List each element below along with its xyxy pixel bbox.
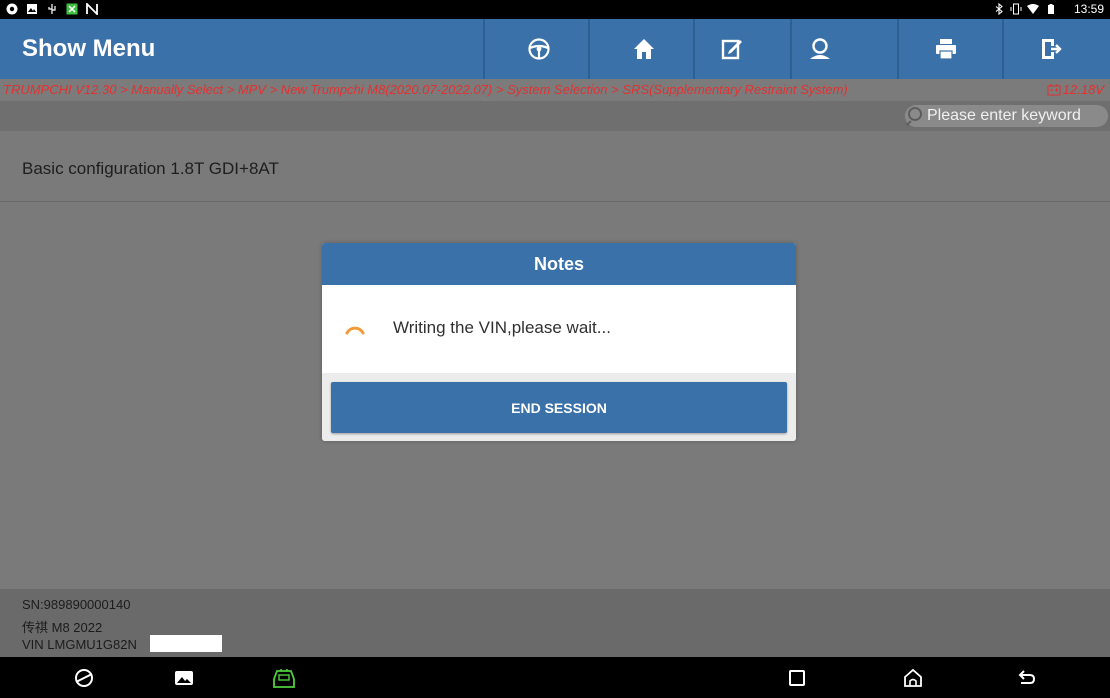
status-clock: 13:59 bbox=[1073, 2, 1104, 16]
browser-button[interactable] bbox=[71, 665, 97, 691]
dialog-title: Notes bbox=[533, 253, 584, 274]
home-icon bbox=[634, 39, 654, 59]
home-nav-icon bbox=[904, 668, 922, 687]
exit-button[interactable] bbox=[1006, 19, 1094, 79]
breadcrumb-bar: TRUMPCHI V12.30 > Manually Select > MPV … bbox=[0, 79, 1110, 101]
gallery-button[interactable] bbox=[171, 665, 197, 691]
search-bar bbox=[0, 101, 1110, 131]
vin-number: VIN LMGMU1G82N bbox=[22, 637, 137, 652]
status-bar: 13:59 bbox=[0, 0, 1110, 19]
wifi-icon bbox=[1027, 4, 1039, 14]
config-label: Basic configuration 1.8T GDI+8AT bbox=[22, 159, 279, 178]
search-icon bbox=[906, 107, 922, 126]
vehicle-info: SN:989890000140 传祺 M8 2022 VIN LMGMU1G82… bbox=[0, 589, 1110, 657]
edit-button[interactable] bbox=[688, 19, 776, 79]
app-icon bbox=[66, 3, 78, 15]
browser-icon bbox=[75, 669, 93, 687]
loading-spinner-icon bbox=[345, 326, 365, 335]
end-session-button[interactable]: END SESSION bbox=[331, 382, 787, 433]
chrome-icon bbox=[6, 3, 18, 15]
search-box[interactable] bbox=[905, 105, 1108, 127]
navigation-bar bbox=[0, 657, 1110, 698]
dialog-body: Writing the VIN,please wait... bbox=[322, 285, 796, 373]
user-icon bbox=[810, 38, 830, 59]
user-button[interactable] bbox=[776, 19, 864, 79]
voltage-value: 12.18V bbox=[1062, 82, 1104, 97]
app-header: Show Menu bbox=[0, 19, 1110, 79]
print-icon bbox=[936, 39, 956, 60]
page-title: Show Menu bbox=[22, 35, 156, 62]
usb-icon bbox=[48, 4, 56, 14]
notes-dialog: Notes Writing the VIN,please wait... END… bbox=[322, 243, 796, 441]
vibrate-icon bbox=[1010, 3, 1022, 15]
vci-icon bbox=[273, 669, 295, 688]
back-icon bbox=[1018, 670, 1036, 684]
breadcrumb: TRUMPCHI V12.30 > Manually Select > MPV … bbox=[3, 82, 848, 97]
config-row[interactable]: Basic configuration 1.8T GDI+8AT bbox=[0, 131, 1110, 202]
back-button[interactable] bbox=[1013, 665, 1039, 691]
bluetooth-icon bbox=[995, 3, 1003, 15]
battery-voltage: 12.18V bbox=[1047, 82, 1104, 97]
battery-icon bbox=[1048, 4, 1054, 14]
vin-redaction bbox=[150, 635, 222, 652]
search-input[interactable] bbox=[927, 107, 1107, 125]
vci-button[interactable] bbox=[271, 665, 297, 691]
recents-button[interactable] bbox=[784, 665, 810, 691]
edit-icon bbox=[721, 39, 742, 60]
gallery-nav-icon bbox=[175, 671, 193, 685]
home-button[interactable] bbox=[600, 19, 688, 79]
recents-icon bbox=[789, 670, 805, 686]
print-button[interactable] bbox=[902, 19, 990, 79]
car-battery-icon bbox=[1047, 84, 1061, 95]
steering-wheel-button[interactable] bbox=[495, 19, 583, 79]
dialog-header: Notes bbox=[322, 243, 796, 285]
serial-number: SN:989890000140 bbox=[22, 597, 131, 612]
home-nav-button[interactable] bbox=[900, 665, 926, 691]
nfc-icon bbox=[86, 3, 98, 15]
exit-icon bbox=[1042, 39, 1062, 59]
dialog-footer: END SESSION bbox=[322, 373, 796, 441]
steering-wheel-icon bbox=[528, 38, 550, 60]
vehicle-model: 传祺 M8 2022 bbox=[22, 620, 103, 635]
dialog-message: Writing the VIN,please wait... bbox=[393, 318, 611, 337]
gallery-icon bbox=[27, 4, 37, 14]
